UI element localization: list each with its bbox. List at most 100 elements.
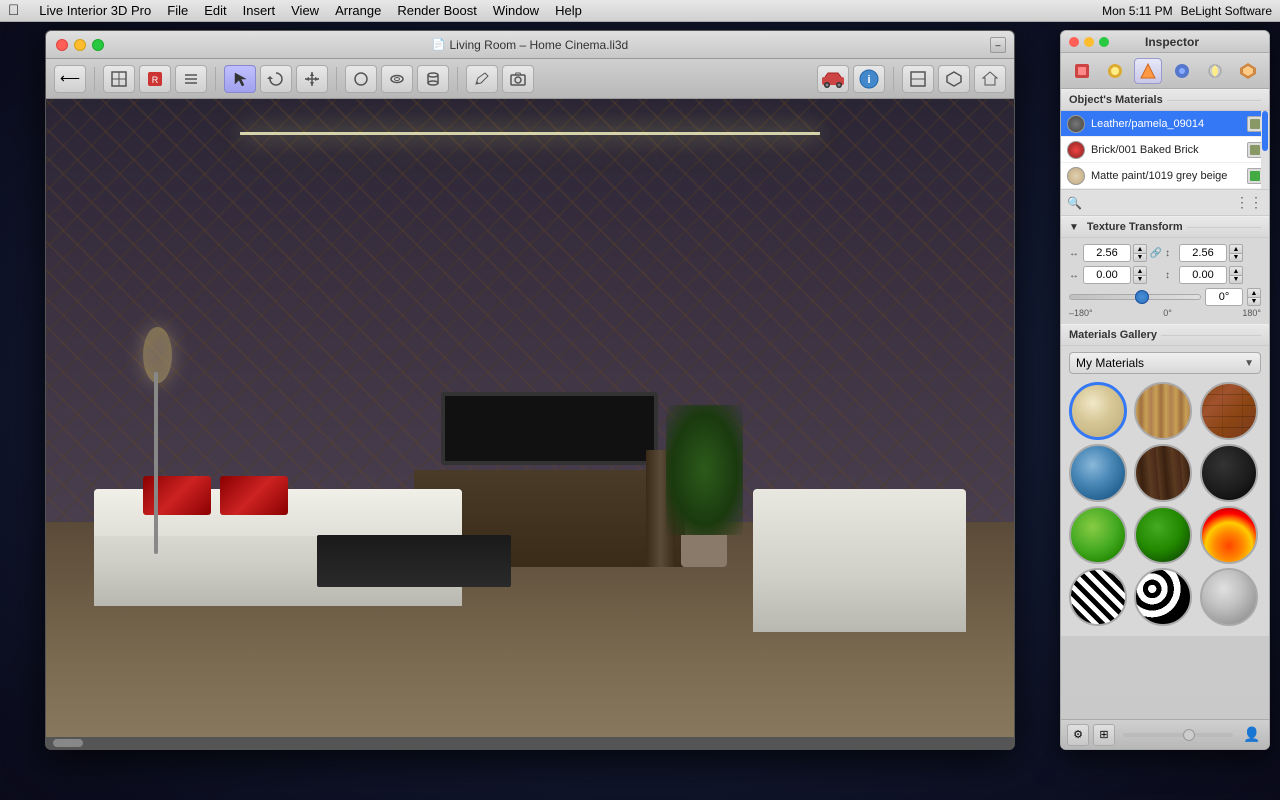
window-minimize-button[interactable] [74, 39, 86, 51]
render-btn[interactable]: R [139, 65, 171, 93]
gallery-section-line [1161, 335, 1261, 336]
texture-transform-section: ↔ ▲ ▼ 🔗 ↕ ▲ ▼ ↔ ▲ ▼ ↕ ▲ [1061, 238, 1269, 324]
material-item-2[interactable]: Matte paint/1019 grey beige [1061, 163, 1269, 189]
inspector-settings-btn[interactable]: ⚙ [1067, 724, 1089, 746]
width-step-up[interactable]: ▲ [1133, 244, 1147, 253]
cylinder-btn[interactable] [417, 65, 449, 93]
materials-options-btn[interactable]: ⋮⋮ [1235, 194, 1263, 211]
menu-arrange[interactable]: Arrange [335, 3, 381, 18]
camera-btn[interactable] [502, 65, 534, 93]
rotate-btn[interactable] [260, 65, 292, 93]
texture-height-input[interactable] [1179, 244, 1227, 262]
gallery-mat-7[interactable] [1134, 506, 1192, 564]
material-item-1[interactable]: Brick/001 Baked Brick [1061, 137, 1269, 163]
gallery-mat-6[interactable] [1069, 506, 1127, 564]
inspector-person-icon[interactable]: 👤 [1241, 724, 1263, 746]
gallery-mat-10[interactable] [1134, 568, 1192, 626]
inspector-tab-material[interactable] [1134, 58, 1162, 84]
gallery-dropdown[interactable]: My Materials ▼ [1069, 352, 1261, 374]
rotation-step-down[interactable]: ▼ [1247, 297, 1261, 306]
offset-y-stepper[interactable]: ▲ ▼ [1229, 266, 1243, 284]
texture-offset-y-input[interactable] [1179, 266, 1227, 284]
scrollbar-thumb[interactable] [53, 739, 83, 747]
height-step-up[interactable]: ▲ [1229, 244, 1243, 253]
cushion-2 [220, 476, 288, 515]
viewport-scrollbar[interactable] [46, 737, 1014, 749]
materials-list[interactable]: Leather/pamela_09014 Brick/001 Baked Bri… [1061, 111, 1269, 190]
menu-insert[interactable]: Insert [243, 3, 276, 18]
inspector-tab-scene[interactable] [1234, 58, 1262, 84]
torus-btn[interactable] [381, 65, 413, 93]
offset-h-icon: ↔ [1069, 270, 1081, 281]
width-step-down[interactable]: ▼ [1133, 253, 1147, 262]
view-home-btn[interactable] [974, 65, 1006, 93]
back-forward-btn[interactable]: ⟵ [54, 65, 86, 93]
inspector-max-btn[interactable] [1099, 37, 1109, 47]
rotation-input[interactable] [1205, 288, 1243, 306]
list-btn[interactable] [175, 65, 207, 93]
menu-view[interactable]: View [291, 3, 319, 18]
inspector-tab-render[interactable] [1201, 58, 1229, 84]
floorplan-btn[interactable] [103, 65, 135, 93]
inspector-tab-texture[interactable] [1168, 58, 1196, 84]
menu-window[interactable]: Window [493, 3, 539, 18]
gallery-dropdown-arrow: ▼ [1244, 358, 1254, 369]
materials-scrollbar[interactable] [1261, 111, 1269, 189]
view-iso-btn[interactable] [938, 65, 970, 93]
height-step-down[interactable]: ▼ [1229, 253, 1243, 262]
sphere-btn[interactable] [345, 65, 377, 93]
width-stepper[interactable]: ▲ ▼ [1133, 244, 1147, 262]
window-collapse-button[interactable]: – [990, 37, 1006, 53]
menu-edit[interactable]: Edit [204, 3, 226, 18]
gallery-mat-9[interactable] [1069, 568, 1127, 626]
select-btn[interactable] [224, 65, 256, 93]
menu-help[interactable]: Help [555, 3, 582, 18]
inspector-size-thumb[interactable] [1183, 729, 1195, 741]
gallery-mat-5[interactable] [1200, 444, 1258, 502]
menu-file[interactable]: File [167, 3, 188, 18]
apple-menu[interactable]:  [8, 2, 19, 19]
gallery-mat-11[interactable] [1200, 568, 1258, 626]
inspector-min-btn[interactable] [1084, 37, 1094, 47]
rotation-step-up[interactable]: ▲ [1247, 288, 1261, 297]
menu-render-boost[interactable]: Render Boost [397, 3, 477, 18]
window-close-button[interactable] [56, 39, 68, 51]
gallery-mat-4[interactable] [1134, 444, 1192, 502]
info-btn[interactable]: i [853, 65, 885, 93]
offset-x-step-down[interactable]: ▼ [1133, 275, 1147, 284]
rotation-thumb[interactable] [1135, 290, 1149, 304]
window-maximize-button[interactable] [92, 39, 104, 51]
offset-x-stepper[interactable]: ▲ ▼ [1133, 266, 1147, 284]
link-icon[interactable]: 🔗 [1149, 246, 1163, 260]
texture-width-input[interactable] [1083, 244, 1131, 262]
offset-y-step-down[interactable]: ▼ [1229, 275, 1243, 284]
gallery-mat-3[interactable] [1069, 444, 1127, 502]
rotation-stepper[interactable]: ▲ ▼ [1247, 288, 1261, 306]
inspector-tab-light[interactable] [1101, 58, 1129, 84]
gallery-mat-2[interactable] [1200, 382, 1258, 440]
plant [666, 405, 743, 568]
viewport[interactable] [46, 99, 1014, 749]
pencil-btn[interactable] [466, 65, 498, 93]
texture-transform-collapse[interactable]: ▼ [1069, 222, 1079, 233]
car-btn[interactable] [817, 65, 849, 93]
gallery-mat-0[interactable] [1069, 382, 1127, 440]
offset-x-step-up[interactable]: ▲ [1133, 266, 1147, 275]
height-stepper[interactable]: ▲ ▼ [1229, 244, 1243, 262]
inspector-close-btn[interactable] [1069, 37, 1079, 47]
rotation-slider[interactable] [1069, 294, 1201, 300]
texture-offset-x-input[interactable] [1083, 266, 1131, 284]
material-search-icon[interactable]: 🔍 [1067, 196, 1082, 210]
inspector-tab-object[interactable] [1068, 58, 1096, 84]
move-btn[interactable] [296, 65, 328, 93]
offset-y-step-up[interactable]: ▲ [1229, 266, 1243, 275]
menu-app[interactable]: Live Interior 3D Pro [39, 3, 151, 18]
gallery-mat-8[interactable] [1200, 506, 1258, 564]
materials-scrollbar-thumb[interactable] [1262, 111, 1268, 151]
height-icon: ↕ [1165, 248, 1177, 259]
material-item-0[interactable]: Leather/pamela_09014 [1061, 111, 1269, 137]
gallery-mat-1[interactable] [1134, 382, 1192, 440]
view-2d-btn[interactable] [902, 65, 934, 93]
inspector-grid-btn[interactable]: ⊞ [1093, 724, 1115, 746]
inspector-size-slider[interactable] [1123, 733, 1233, 737]
